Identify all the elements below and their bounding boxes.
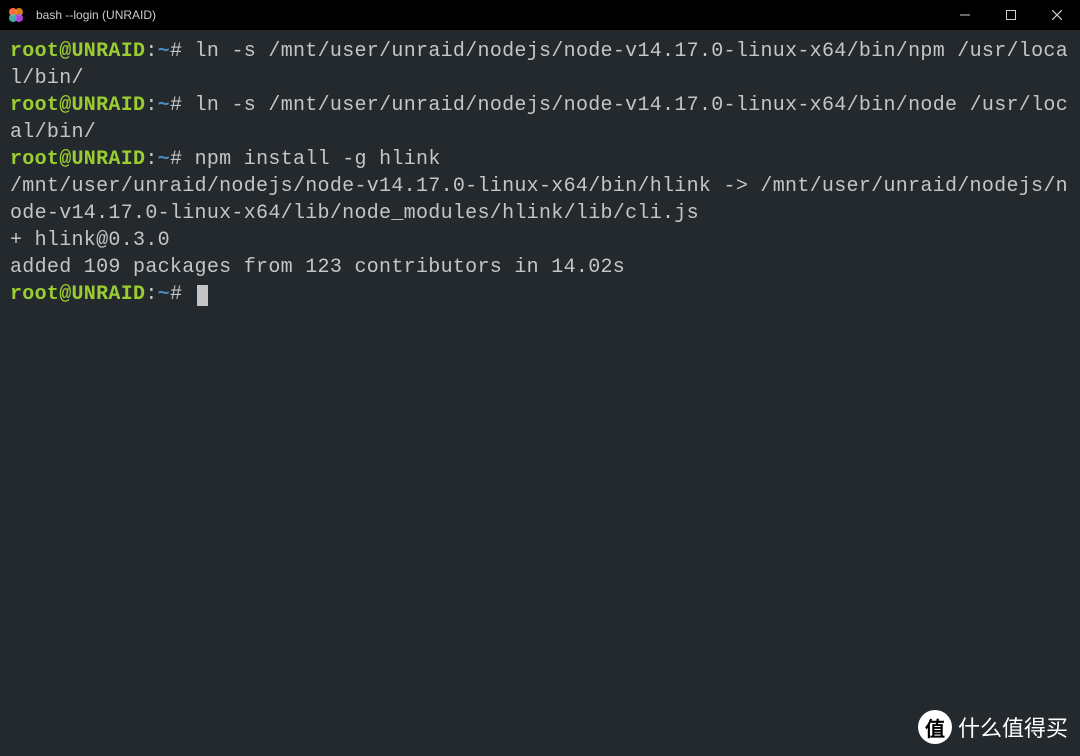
watermark: 值 什么值得买 — [918, 710, 1068, 744]
prompt-path: ~ — [158, 283, 170, 306]
output-text: /mnt/user/unraid/nodejs/node-v14.17.0-li… — [10, 175, 1068, 225]
terminal-line: /mnt/user/unraid/nodejs/node-v14.17.0-li… — [10, 173, 1070, 227]
prompt-symbol: # — [170, 283, 182, 306]
close-icon — [1052, 10, 1062, 20]
minimize-icon — [960, 10, 970, 20]
terminal-line: + hlink@0.3.0 — [10, 227, 1070, 254]
prompt-symbol: # — [170, 94, 182, 117]
terminal-line: root@UNRAID:~# npm install -g hlink — [10, 146, 1070, 173]
app-icon — [8, 7, 24, 23]
terminal-line: root@UNRAID:~# ln -s /mnt/user/unraid/no… — [10, 38, 1070, 92]
minimize-button[interactable] — [950, 1, 980, 29]
prompt-path: ~ — [158, 148, 170, 171]
prompt-colon: : — [145, 283, 157, 306]
window-title-bar: bash --login (UNRAID) — [0, 0, 1080, 30]
cursor — [197, 285, 208, 306]
maximize-button[interactable] — [996, 1, 1026, 29]
terminal-line: root@UNRAID:~# — [10, 281, 1070, 308]
prompt-symbol: # — [170, 148, 182, 171]
terminal-line: root@UNRAID:~# ln -s /mnt/user/unraid/no… — [10, 92, 1070, 146]
prompt-colon: : — [145, 148, 157, 171]
output-text: + hlink@0.3.0 — [10, 229, 170, 252]
prompt-user: root@UNRAID — [10, 40, 145, 63]
terminal-line: added 109 packages from 123 contributors… — [10, 254, 1070, 281]
window-controls — [950, 1, 1072, 29]
prompt-path: ~ — [158, 94, 170, 117]
prompt-user: root@UNRAID — [10, 148, 145, 171]
maximize-icon — [1006, 10, 1016, 20]
watermark-badge: 值 — [918, 710, 952, 744]
prompt-user: root@UNRAID — [10, 94, 145, 117]
command-text: npm install -g hlink — [195, 148, 441, 171]
prompt-path: ~ — [158, 40, 170, 63]
prompt-colon: : — [145, 94, 157, 117]
close-button[interactable] — [1042, 1, 1072, 29]
prompt-symbol: # — [170, 40, 182, 63]
prompt-colon: : — [145, 40, 157, 63]
terminal-area[interactable]: root@UNRAID:~# ln -s /mnt/user/unraid/no… — [0, 30, 1080, 756]
output-text: added 109 packages from 123 contributors… — [10, 256, 625, 279]
window-title: bash --login (UNRAID) — [36, 8, 950, 22]
watermark-text: 什么值得买 — [958, 711, 1068, 743]
prompt-user: root@UNRAID — [10, 283, 145, 306]
